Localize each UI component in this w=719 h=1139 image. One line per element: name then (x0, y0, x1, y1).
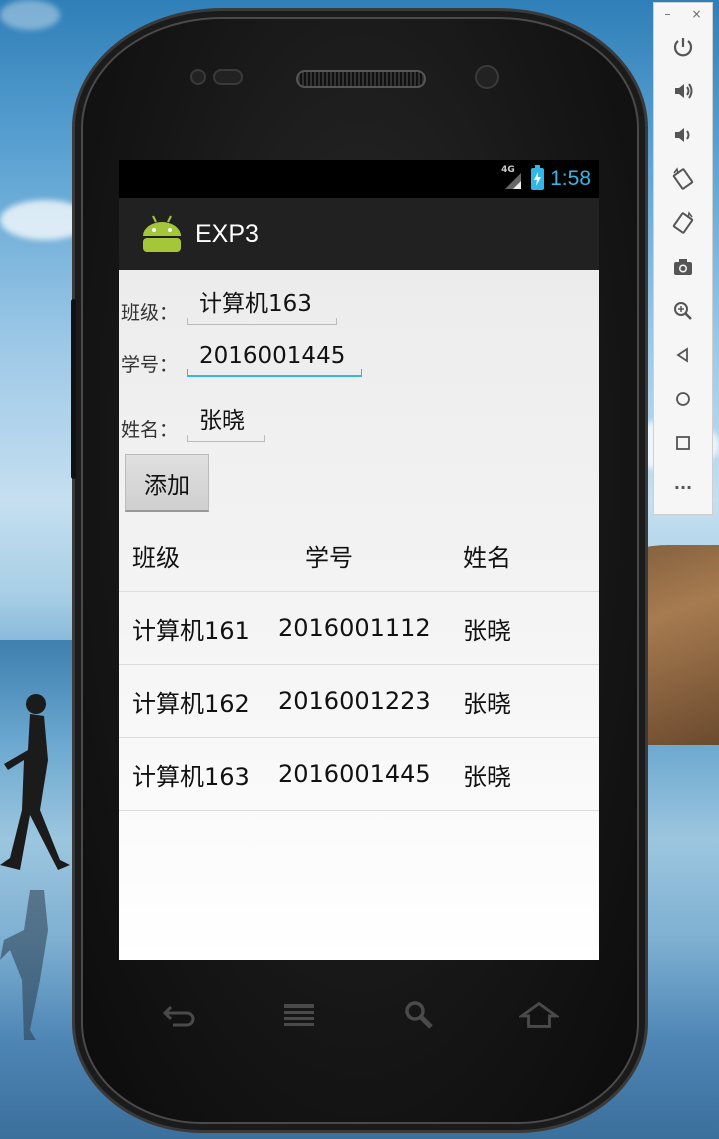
cell-name: 张晓 (463, 616, 511, 645)
network-type: 4G (501, 165, 515, 175)
table-header: 班级 学号 姓名 (119, 520, 599, 592)
power-button[interactable] (663, 25, 703, 69)
menu-icon (284, 1004, 314, 1026)
rotate-right-button[interactable] (663, 201, 703, 245)
clock: 1:58 (550, 167, 591, 190)
table-row[interactable]: 计算机163 2016001445 张晓 (119, 738, 599, 811)
status-bar: 4G 1:58 (119, 160, 599, 198)
app-title: EXP3 (195, 219, 259, 248)
nav-menu-button[interactable] (279, 997, 319, 1033)
cell-id: 2016001223 (278, 687, 431, 715)
volume-up-button[interactable] (663, 69, 703, 113)
rotate-left-icon (672, 167, 694, 190)
class-label: 班级： (121, 302, 179, 324)
zoom-button[interactable] (663, 289, 703, 333)
cell-id: 2016001445 (278, 760, 431, 788)
emulator-toolbar: – × ··· (653, 2, 713, 515)
nav-search-button[interactable] (399, 997, 439, 1033)
runner-figure (0, 694, 70, 870)
table-row[interactable]: 计算机161 2016001112 张晓 (119, 592, 599, 665)
volume-down-button[interactable] (663, 113, 703, 157)
volume-down-icon (675, 128, 690, 142)
phone-screen: 4G 1:58 EXP3 班级： 计算机163 学号： 2016001445 姓… (119, 160, 599, 960)
light-sensor (213, 69, 243, 85)
cell-class: 计算机162 (132, 689, 250, 718)
minimize-button[interactable]: – (664, 7, 670, 21)
more-icon: ··· (673, 477, 693, 497)
cell-class: 计算机163 (132, 762, 250, 791)
front-camera (475, 65, 499, 89)
header-id: 学号 (305, 544, 353, 572)
search-icon (405, 1001, 433, 1029)
nav-home-button[interactable] (519, 997, 559, 1033)
cell-id: 2016001112 (278, 614, 431, 642)
name-input[interactable]: 张晓 (187, 401, 265, 442)
student-table: 班级 学号 姓名 计算机161 2016001112 张晓 计算机162 201… (119, 520, 599, 811)
power-icon (673, 38, 693, 57)
header-class: 班级 (132, 544, 180, 572)
emu-overview-button[interactable] (663, 421, 703, 465)
class-field-row: 班级： 计算机163 (119, 284, 337, 325)
cell-class: 计算机161 (132, 616, 250, 645)
header-name: 姓名 (463, 544, 511, 572)
overview-icon (676, 436, 690, 450)
class-input[interactable]: 计算机163 (187, 284, 337, 325)
rotate-right-icon (672, 211, 694, 234)
table-row[interactable]: 计算机162 2016001223 张晓 (119, 665, 599, 738)
main-content: 班级： 计算机163 学号： 2016001445 姓名： 张晓 添加 班级 学… (119, 270, 599, 960)
side-button (71, 299, 76, 479)
id-field-row: 学号： 2016001445 (119, 343, 362, 377)
close-button[interactable]: × (691, 7, 701, 21)
screenshot-button[interactable] (663, 245, 703, 289)
battery-icon (531, 165, 545, 190)
emu-home-button[interactable] (663, 377, 703, 421)
rotate-left-button[interactable] (663, 157, 703, 201)
signal-icon: 4G (501, 165, 525, 191)
id-input[interactable]: 2016001445 (187, 343, 362, 377)
android-robot-icon (143, 215, 181, 252)
back-icon (162, 1005, 195, 1027)
proximity-sensor (190, 69, 206, 85)
home-icon (519, 1001, 559, 1028)
home-icon (676, 392, 690, 406)
zoom-icon (674, 302, 692, 320)
cloud (0, 0, 60, 30)
hardware-nav-bar (119, 990, 599, 1040)
nav-back-button[interactable] (159, 997, 199, 1033)
runner-reflection (0, 890, 48, 1040)
earpiece-speaker (296, 70, 426, 88)
name-label: 姓名： (121, 419, 179, 441)
back-icon (676, 347, 688, 363)
emulator-window-controls: – × (654, 3, 712, 25)
cell-name: 张晓 (463, 689, 511, 718)
id-label: 学号： (121, 354, 179, 376)
emu-back-button[interactable] (663, 333, 703, 377)
camera-icon (674, 259, 692, 275)
add-button[interactable]: 添加 (125, 454, 209, 512)
volume-up-icon (675, 83, 693, 99)
action-bar: EXP3 (119, 198, 599, 270)
cell-name: 张晓 (463, 762, 511, 791)
name-field-row: 姓名： 张晓 (119, 401, 265, 442)
more-button[interactable]: ··· (663, 465, 703, 509)
